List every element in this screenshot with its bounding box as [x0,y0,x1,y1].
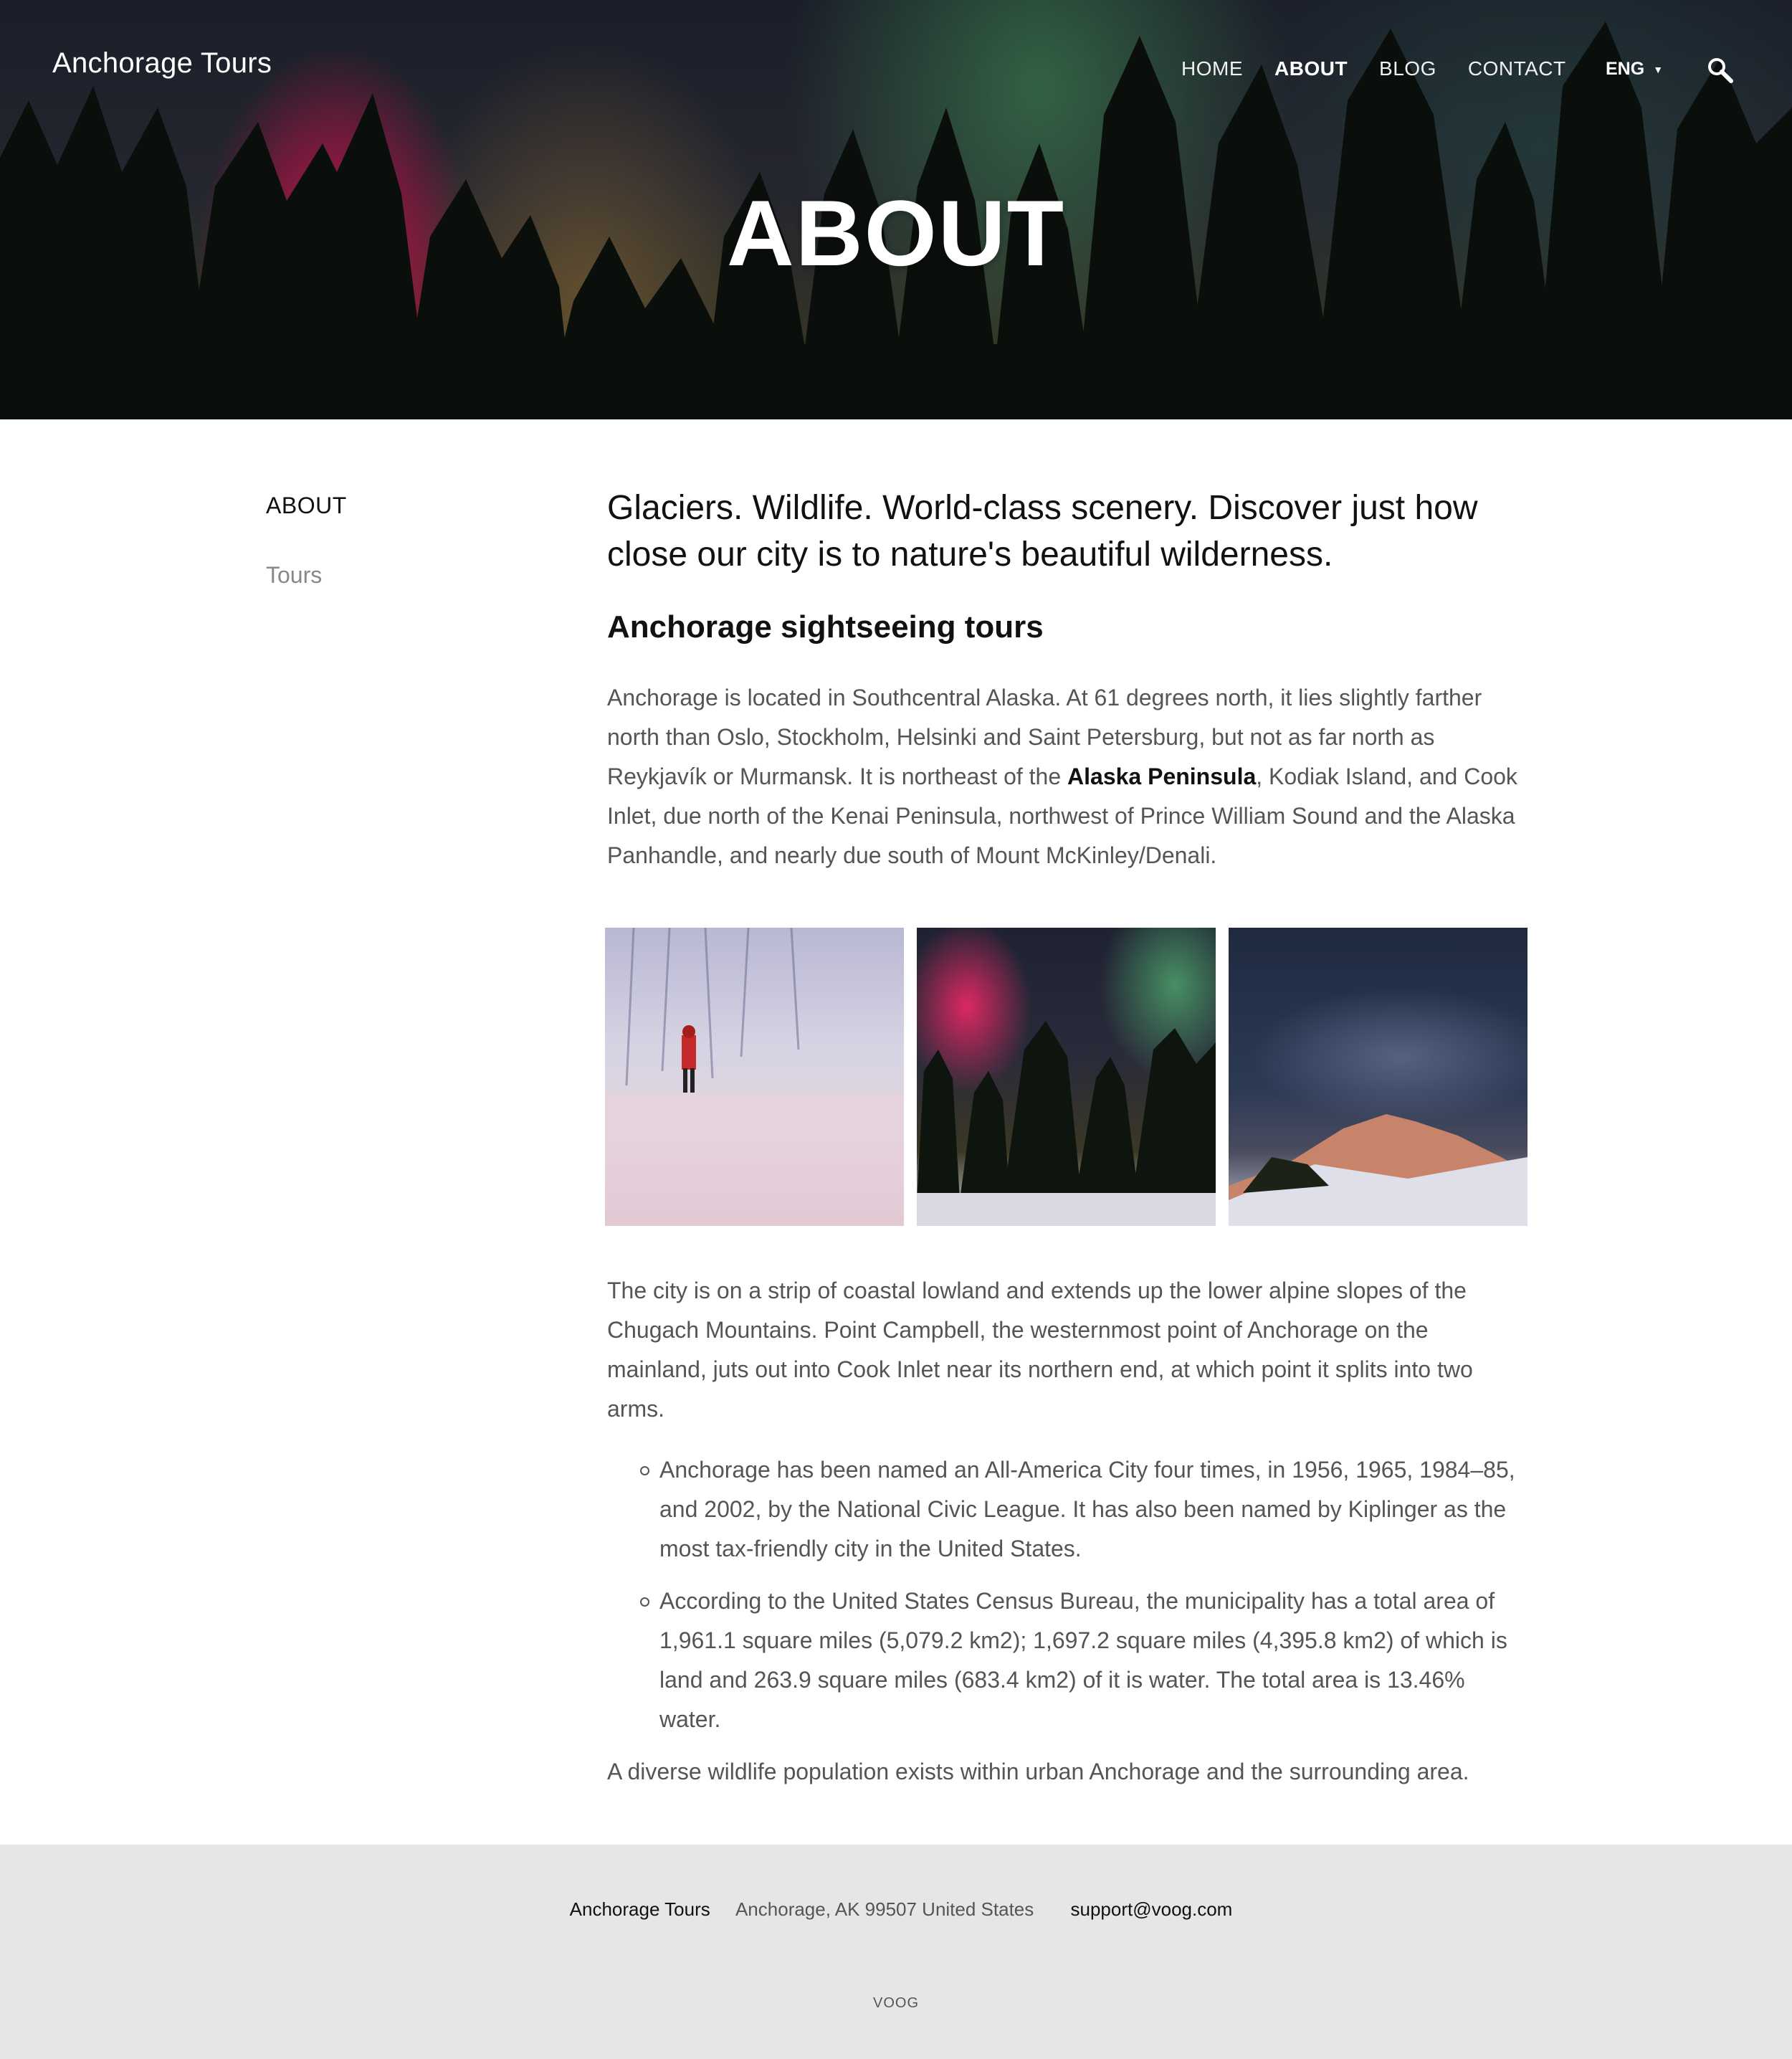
footer-address: Anchorage, AK 99507 United States [735,1898,1034,1920]
footer-company-name: Anchorage Tours [569,1898,710,1920]
lead-text: Glaciers. Wildlife. World-class scenery.… [607,489,1478,574]
mountain-illustration [1229,1114,1528,1226]
hero-banner: Anchorage Tours HOME ABOUT BLOG CONTACT … [0,0,1792,419]
starry-mountain-photo[interactable] [1229,928,1528,1226]
aurora-forest-illustration [917,1021,1216,1226]
sidebar-nav: ABOUT Tours [266,493,347,589]
footer-info: Anchorage Tours Anchorage, AK 99507 Unit… [0,1898,1792,1921]
search-button[interactable] [1706,56,1735,85]
northern-lights-photo[interactable] [917,928,1216,1226]
footer-email-link[interactable]: support@voog.com [1071,1898,1233,1920]
site-title-link[interactable]: Anchorage Tours [52,47,272,80]
search-icon [1708,58,1733,83]
main-content: Glaciers. Wildlife. World-class scenery.… [607,485,1525,875]
intro-paragraph: Anchorage is located in Southcentral Ala… [607,678,1525,875]
nav-home[interactable]: HOME [1181,57,1243,80]
alaska-peninsula-link[interactable]: Alaska Peninsula [1067,764,1256,789]
secondary-content: The city is on a strip of coastal lowlan… [607,1271,1525,1792]
language-label: ENG [1606,59,1645,79]
photo-gallery [605,928,1528,1226]
snowy-forest-illustration [605,928,904,1226]
main-nav: HOME ABOUT BLOG CONTACT [1181,57,1598,80]
list-item: According to the United States Census Bu… [640,1582,1525,1739]
caret-down-icon: ▼ [1653,63,1664,75]
voog-logo[interactable]: VOOG [873,1995,919,2012]
snowy-forest-photo[interactable] [605,928,904,1226]
section-heading: Anchorage sightseeing tours [607,609,1044,645]
language-selector[interactable]: ENG ▼ [1606,59,1663,80]
list-item: Anchorage has been named an All-America … [640,1450,1525,1569]
page-title: ABOUT [726,181,1066,285]
sidebar-item-tours[interactable]: Tours [266,562,347,589]
facts-list: Anchorage has been named an All-America … [607,1450,1525,1739]
sidebar-item-about[interactable]: ABOUT [266,493,347,519]
footer: Anchorage Tours Anchorage, AK 99507 Unit… [0,1845,1792,2059]
geography-paragraph: The city is on a strip of coastal lowlan… [607,1278,1473,1422]
nav-contact[interactable]: CONTACT [1468,57,1566,80]
nav-blog[interactable]: BLOG [1379,57,1436,80]
wildlife-paragraph: A diverse wildlife population exists wit… [607,1759,1469,1784]
nav-about[interactable]: ABOUT [1274,57,1348,80]
